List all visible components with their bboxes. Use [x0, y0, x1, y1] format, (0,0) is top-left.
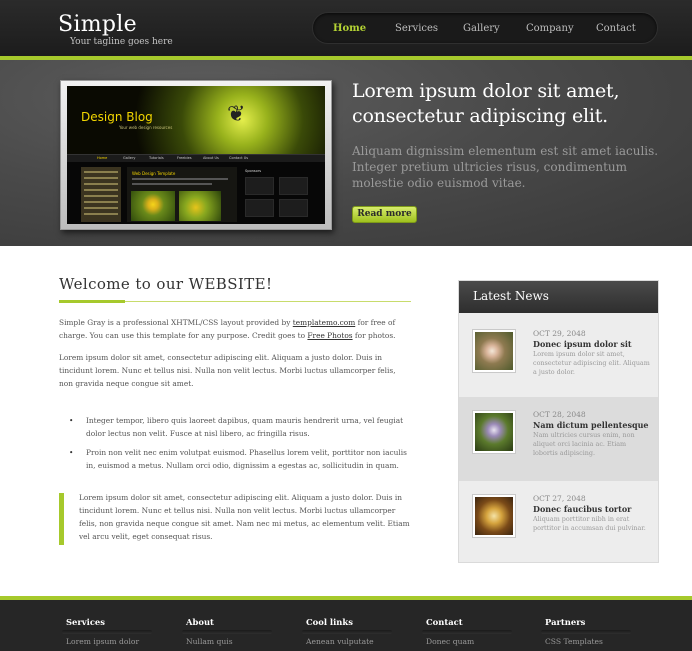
- site-logo[interactable]: Simple: [58, 12, 137, 37]
- preview-main-column: Web Design Template: [127, 167, 237, 222]
- footer-column-services: Services Lorem ipsum dolor: [62, 617, 166, 646]
- nav-services[interactable]: Services: [395, 23, 438, 34]
- preview-nav: Home Gallery Tutorials Freebies About Us…: [67, 154, 325, 162]
- quote-accent-bar: [59, 493, 64, 545]
- footer-column-cool-links: Cool links Aenean vulputate: [302, 617, 406, 646]
- teacup-photo-icon[interactable]: [473, 495, 515, 537]
- footer-column-title: Services: [66, 617, 105, 627]
- footer-link[interactable]: Nullam quis: [186, 637, 286, 646]
- footer-link[interactable]: Donec quam: [426, 637, 526, 646]
- preview-title: Design Blog: [81, 110, 153, 124]
- news-date: OCT 27, 2048: [533, 494, 586, 503]
- preview-flower-image: [131, 191, 175, 221]
- read-more-button[interactable]: Read more: [352, 206, 417, 223]
- footer-column-partners: Partners CSS Templates: [541, 617, 645, 646]
- news-excerpt: Nam ultricies cursus enim, non aliquet o…: [533, 431, 635, 457]
- butterfly-icon: ❦: [227, 102, 246, 127]
- news-title[interactable]: Nam dictum pellentesque: [533, 420, 648, 430]
- footer-link[interactable]: CSS Templates: [545, 637, 645, 646]
- footer-column-title: About: [186, 617, 214, 627]
- nav-home[interactable]: Home: [333, 23, 366, 34]
- news-excerpt: Lorem ipsum dolor sit amet, consectetur …: [533, 350, 650, 376]
- footer-column-title: Cool links: [306, 617, 353, 627]
- news-date: OCT 28, 2048: [533, 410, 586, 419]
- preview-nav-item: Freebies: [177, 156, 192, 160]
- preview-nav-item: Contact Us: [229, 156, 249, 160]
- preview-nav-item: Home: [97, 156, 108, 160]
- flower-photo-icon[interactable]: [473, 330, 515, 372]
- preview-nav-item: About Us: [203, 156, 219, 160]
- footer-column-title: Partners: [545, 617, 586, 627]
- main-nav: Home Services Gallery Company Contact: [312, 12, 658, 44]
- list-item: • Integer tempor, libero quis laoreet dap…: [69, 416, 404, 438]
- nav-gallery[interactable]: Gallery: [463, 23, 500, 34]
- latest-news-panel: Latest News OCT 29, 2048 Donec ipsum dol…: [458, 280, 659, 563]
- preview-right-column: Sponsors: [243, 167, 313, 222]
- news-item[interactable]: OCT 27, 2048 Donec faucibus tortor Aliqu…: [459, 481, 658, 565]
- free-photos-link[interactable]: Free Photos: [307, 331, 352, 340]
- body-paragraph: Lorem ipsum dolor sit amet, consectetur …: [59, 353, 396, 388]
- intro-paragraph: Simple Gray is a professional XHTML/CSS …: [59, 318, 396, 340]
- preview-sidebar-title: Sponsors: [245, 169, 262, 173]
- banner-heading: Lorem ipsum dolor sit amet, consectetur …: [352, 80, 620, 127]
- feature-list: • Integer tempor, libero quis laoreet dap…: [69, 414, 409, 478]
- preview-post-title: Web Design Template: [132, 171, 176, 176]
- news-item[interactable]: OCT 28, 2048 Nam dictum pellentesque Nam…: [459, 397, 658, 481]
- preview-subtitle: Your web design resources: [119, 125, 173, 130]
- welcome-heading: Welcome to our WEBSITE!: [59, 275, 273, 293]
- preview-nav-item: Tutorials: [149, 156, 164, 160]
- insect-photo-icon[interactable]: [473, 411, 515, 453]
- list-item: • Proin non velit nec enim volutpat euism…: [69, 448, 407, 470]
- heading-divider-accent: [59, 300, 125, 303]
- news-panel-title: Latest News: [473, 289, 549, 303]
- preview-flower-image: [179, 191, 221, 221]
- preview-nav-item: Gallery: [123, 156, 136, 160]
- template-preview-image[interactable]: Design Blog Your web design resources ❦ …: [60, 80, 332, 230]
- nav-company[interactable]: Company: [526, 23, 574, 34]
- news-date: OCT 29, 2048: [533, 329, 586, 338]
- site-tagline: Your tagline goes here: [70, 37, 173, 47]
- preview-screenshot: Design Blog Your web design resources ❦ …: [67, 86, 325, 224]
- footer-link[interactable]: Aenean vulputate: [306, 637, 406, 646]
- preview-left-column: [81, 167, 121, 222]
- footer-column-title: Contact: [426, 617, 463, 627]
- news-excerpt: Aliquam porttitor nibh in erat porttitor…: [533, 515, 646, 532]
- news-title[interactable]: Donec faucibus tortor: [533, 504, 631, 514]
- footer: Services Lorem ipsum dolor About Nullam …: [0, 600, 692, 651]
- bullet-icon: •: [69, 448, 74, 457]
- news-title[interactable]: Donec ipsum dolor sit: [533, 339, 632, 349]
- header: Simple Your tagline goes here Home Servi…: [0, 0, 692, 56]
- blockquote: Lorem ipsum dolor sit amet, consectetur …: [79, 493, 410, 541]
- news-item[interactable]: OCT 29, 2048 Donec ipsum dolor sit Lorem…: [459, 316, 658, 400]
- news-header: Latest News: [459, 281, 658, 313]
- templatemo-link[interactable]: templatemo.com: [293, 318, 355, 327]
- bullet-icon: •: [69, 416, 74, 425]
- footer-link[interactable]: Lorem ipsum dolor: [66, 637, 166, 646]
- banner-text: Aliquam dignissim elementum est sit amet…: [352, 144, 659, 190]
- footer-column-contact: Contact Donec quam: [422, 617, 526, 646]
- nav-contact[interactable]: Contact: [596, 23, 636, 34]
- footer-column-about: About Nullam quis: [182, 617, 286, 646]
